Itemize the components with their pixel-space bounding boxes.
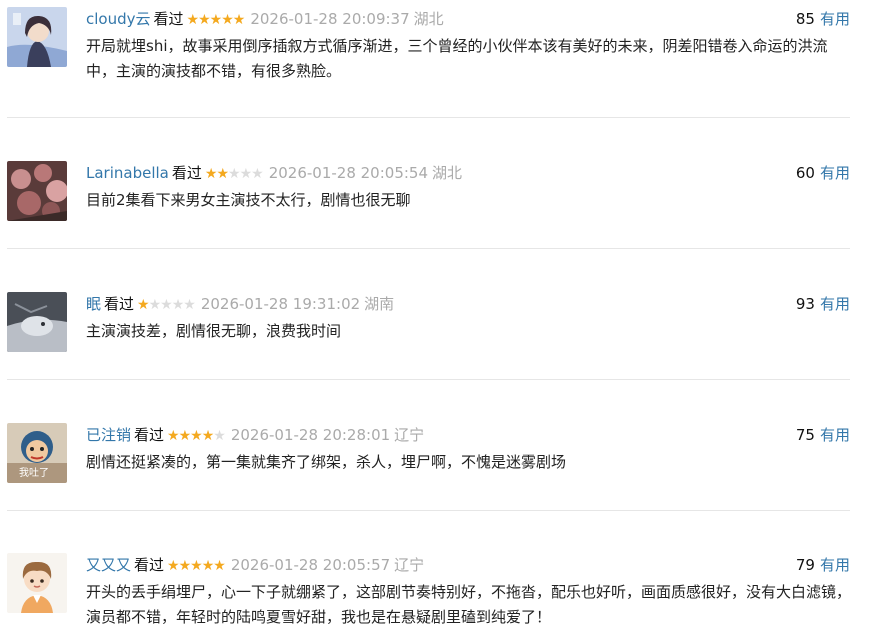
star-icon: ★ <box>201 428 215 444</box>
comment-meta: 又又又 看过 ★★★★★ 2026-01-28 20:05:57 辽宁 <box>86 553 424 577</box>
votes: 93 有用 <box>796 292 850 316</box>
comment-location: 湖北 <box>432 164 463 182</box>
rating-stars: ★★★★★ <box>204 166 264 182</box>
comment-location: 辽宁 <box>394 426 425 444</box>
comment-time: 2026-01-28 20:09:37 <box>250 10 410 28</box>
useful-button[interactable]: 有用 <box>820 164 850 182</box>
votes: 85 有用 <box>796 7 850 31</box>
comment-location: 湖南 <box>364 295 395 313</box>
divider <box>7 117 850 118</box>
avatar[interactable] <box>7 292 67 352</box>
votes: 75 有用 <box>796 423 850 447</box>
divider <box>7 248 850 249</box>
avatar[interactable] <box>7 553 67 613</box>
username-link[interactable]: 又又又 <box>86 556 131 574</box>
watched-status: 看过 <box>104 295 135 313</box>
useful-button[interactable]: 有用 <box>820 556 850 574</box>
comment-content: 开局就埋shi，故事采用倒序插叙方式循序渐进，三个曾经的小伙伴本该有美好的未来，… <box>86 37 828 80</box>
comment-meta: Larinabella 看过 ★★★★★ 2026-01-28 20:05:54 湖北 <box>86 161 462 185</box>
comment-time: 2026-01-28 20:05:54 <box>268 164 428 182</box>
star-icon: ★ <box>183 297 196 313</box>
comment-location: 辽宁 <box>394 556 425 574</box>
star-icon: ★ <box>239 166 253 182</box>
rating-stars: ★★★★★ <box>186 12 246 28</box>
star-icon: ★ <box>232 12 246 28</box>
comment-meta: cloudy云 看过 ★★★★★ 2026-01-28 20:09:37 湖北 <box>86 7 444 31</box>
vote-count: 79 <box>795 556 815 574</box>
username-link[interactable]: Larinabella <box>86 164 169 182</box>
comment-content: 开头的丢手绢埋尸，心一下子就绷紧了，这部剧节奏特别好，不拖沓，配乐也好听，画面质… <box>86 583 852 626</box>
star-icon: ★ <box>167 558 180 574</box>
avatar-caption: 我吐了 <box>19 467 49 479</box>
comment-list: cloudy云 看过 ★★★★★ 2026-01-28 20:09:37 湖北 85 有用… <box>0 0 875 640</box>
rating-stars: ★★★★★ <box>167 428 226 444</box>
comment-time: 2026-01-28 19:31:02 <box>200 295 361 313</box>
star-icon: ★ <box>216 166 229 182</box>
star-icon: ★ <box>160 297 173 313</box>
star-icon: ★ <box>171 297 185 313</box>
star-icon: ★ <box>251 166 264 182</box>
avatar[interactable]: 我吐了 <box>7 423 67 483</box>
username-link[interactable]: 已注销 <box>86 426 131 444</box>
watched-status: 看过 <box>134 426 165 444</box>
vote-count: 93 <box>795 295 815 313</box>
star-icon: ★ <box>137 297 150 313</box>
useful-button[interactable]: 有用 <box>820 295 850 313</box>
star-icon: ★ <box>213 558 226 574</box>
rating-stars: ★★★★★ <box>167 558 226 574</box>
star-icon: ★ <box>167 428 180 444</box>
votes: 79 有用 <box>796 553 850 577</box>
watched-status: 看过 <box>153 10 184 28</box>
star-icon: ★ <box>178 428 192 444</box>
star-icon: ★ <box>221 12 234 28</box>
avatar[interactable] <box>7 161 67 221</box>
star-icon: ★ <box>190 428 203 444</box>
star-icon: ★ <box>190 558 203 574</box>
star-icon: ★ <box>204 166 218 182</box>
star-icon: ★ <box>209 12 223 28</box>
vote-count: 75 <box>795 426 815 444</box>
rating-stars: ★★★★★ <box>137 297 196 313</box>
divider <box>7 379 850 380</box>
username-link[interactable]: cloudy云 <box>86 10 151 28</box>
star-icon: ★ <box>186 12 200 28</box>
star-icon: ★ <box>213 428 226 444</box>
comment-content: 目前2集看下来男女主演技不太行，剧情也很无聊 <box>86 191 411 209</box>
star-icon: ★ <box>178 558 192 574</box>
comment-content: 剧情还挺紧凑的，第一集就集齐了绑架，杀人，埋尸啊，不愧是迷雾剧场 <box>86 453 567 471</box>
username-link[interactable]: 眠 <box>86 295 101 313</box>
divider <box>7 510 850 511</box>
comment-time: 2026-01-28 20:05:57 <box>230 556 391 574</box>
watched-status: 看过 <box>171 164 202 182</box>
star-icon: ★ <box>148 297 162 313</box>
votes: 60 有用 <box>796 161 850 185</box>
vote-count: 60 <box>795 164 815 182</box>
watched-status: 看过 <box>134 556 165 574</box>
comment-meta: 已注销 看过 ★★★★★ 2026-01-28 20:28:01 辽宁 <box>86 423 424 447</box>
star-icon: ★ <box>201 558 215 574</box>
avatar[interactable] <box>7 7 67 67</box>
comment-time: 2026-01-28 20:28:01 <box>230 426 391 444</box>
star-icon: ★ <box>228 166 241 182</box>
star-icon: ★ <box>198 12 211 28</box>
vote-count: 85 <box>795 10 815 28</box>
comment-content: 主演演技差，剧情很无聊，浪费我时间 <box>86 322 342 340</box>
useful-button[interactable]: 有用 <box>820 426 850 444</box>
comment-location: 湖北 <box>413 10 444 28</box>
useful-button[interactable]: 有用 <box>820 10 850 28</box>
comment-meta: 眠看过 ★★★★★ 2026-01-28 19:31:02 湖南 <box>86 292 394 316</box>
